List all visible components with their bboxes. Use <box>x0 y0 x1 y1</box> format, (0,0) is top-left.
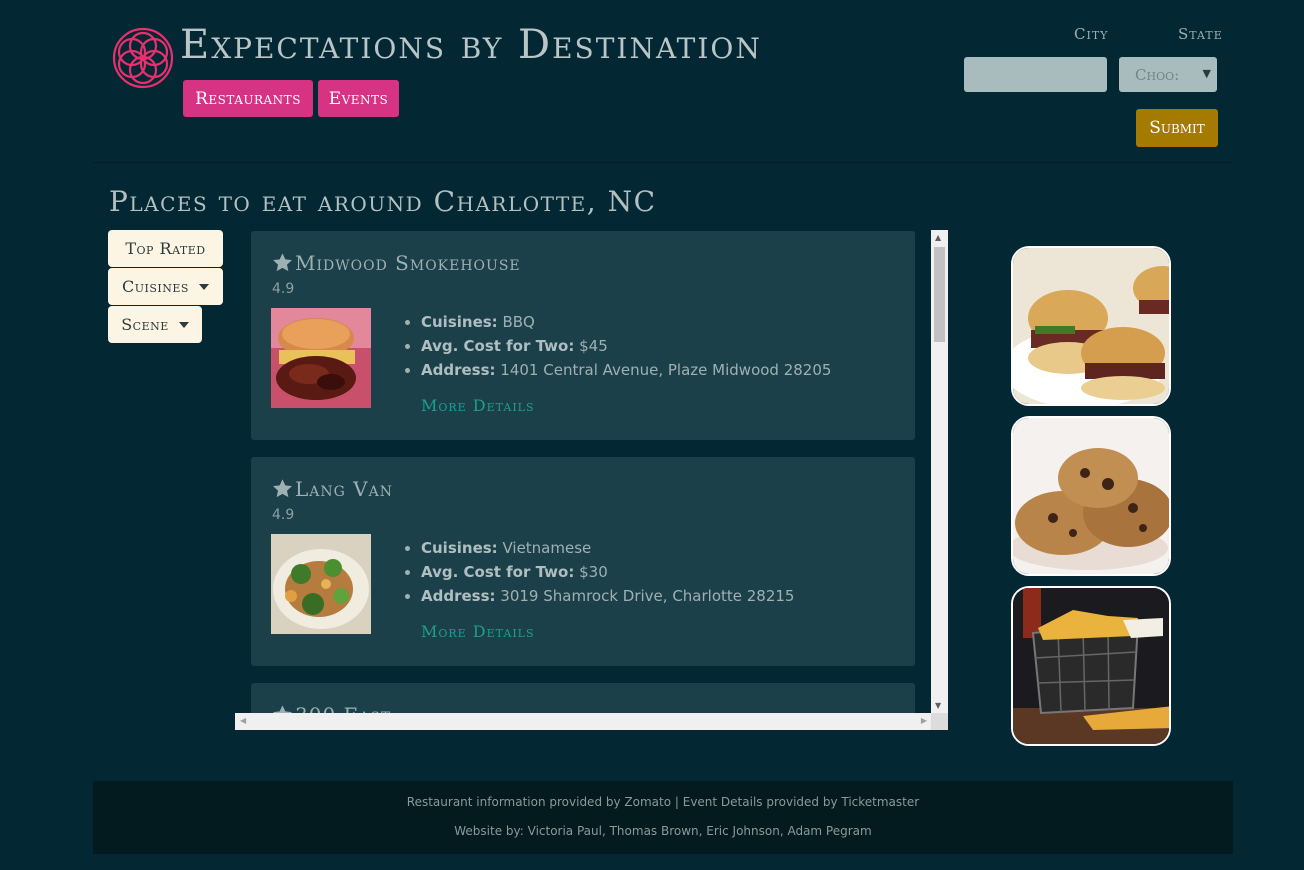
food-image-cookies <box>1011 416 1171 576</box>
food-image-fries <box>1011 586 1171 746</box>
page-title: Places to eat around Charlotte, NC <box>109 185 657 218</box>
restaurant-name-text: Midwood Smokehouse <box>295 251 521 275</box>
scroll-left-icon[interactable]: ◀ <box>240 716 246 725</box>
events-button[interactable]: Events <box>318 80 399 117</box>
restaurant-thumbnail <box>271 308 371 408</box>
cuisines-dropdown-label: Cuisines <box>122 277 189 296</box>
more-details-link[interactable]: More Details <box>421 622 535 641</box>
state-select[interactable]: Choo: ▼ <box>1119 57 1217 92</box>
restaurant-name[interactable]: Midwood Smokehouse <box>271 251 521 275</box>
address-row: Address: 1401 Central Avenue, Plaze Midw… <box>404 358 831 382</box>
restaurant-list[interactable]: Midwood Smokehouse 4.9 Cuisines: BBQ Avg… <box>235 230 948 730</box>
scroll-right-icon[interactable]: ▶ <box>921 716 927 725</box>
cost-row: Avg. Cost for Two: $45 <box>404 334 831 358</box>
restaurant-card: Midwood Smokehouse 4.9 Cuisines: BBQ Avg… <box>251 231 915 440</box>
address-row: Address: 3019 Shamrock Drive, Charlotte … <box>404 584 794 608</box>
scene-dropdown[interactable]: Scene <box>108 306 202 343</box>
star-icon[interactable] <box>271 478 294 500</box>
submit-button[interactable]: Submit <box>1136 109 1218 147</box>
horizontal-scrollbar[interactable]: ◀ ▶ <box>235 713 948 730</box>
caret-down-icon <box>178 321 189 328</box>
caret-down-icon <box>198 283 209 290</box>
restaurant-thumbnail <box>271 534 371 634</box>
scroll-up-icon[interactable]: ▲ <box>935 233 941 242</box>
vertical-scrollbar[interactable]: ▲ ▼ <box>931 230 948 713</box>
restaurant-rating: 4.9 <box>272 281 295 297</box>
footer: Restaurant information provided by Zomat… <box>93 781 1233 854</box>
city-input[interactable] <box>964 57 1107 92</box>
scrollbar-thumb[interactable] <box>934 247 945 342</box>
scrollbar-corner <box>931 713 948 730</box>
state-label: State <box>1178 25 1223 43</box>
cuisines-row: Cuisines: Vietnamese <box>404 536 794 560</box>
top-rated-button[interactable]: Top Rated <box>108 230 223 267</box>
cuisines-row: Cuisines: BBQ <box>404 310 831 334</box>
footer-credits: Restaurant information provided by Zomat… <box>406 795 920 809</box>
star-icon[interactable] <box>271 252 294 274</box>
restaurant-card: Lang Van 4.9 Cuisines: Vietnamese Avg. C… <box>251 457 915 666</box>
chevron-down-icon: ▼ <box>1202 67 1211 80</box>
scroll-down-icon[interactable]: ▼ <box>935 701 941 710</box>
food-image-sandwiches <box>1011 246 1171 406</box>
restaurant-name[interactable]: Lang Van <box>271 477 393 501</box>
city-label: City <box>1074 25 1109 43</box>
header-divider <box>93 162 1233 163</box>
more-details-link[interactable]: More Details <box>421 396 535 415</box>
footer-authors: Website by: Victoria Paul, Thomas Brown,… <box>454 824 872 838</box>
restaurant-rating: 4.9 <box>272 507 295 523</box>
restaurant-details: Cuisines: BBQ Avg. Cost for Two: $45 Add… <box>404 310 831 382</box>
cuisines-dropdown[interactable]: Cuisines <box>108 268 223 305</box>
scene-dropdown-label: Scene <box>121 315 169 334</box>
cost-row: Avg. Cost for Two: $30 <box>404 560 794 584</box>
site-title: Expectations by Destination <box>180 22 762 68</box>
restaurant-name-text: Lang Van <box>295 477 393 501</box>
restaurant-details: Cuisines: Vietnamese Avg. Cost for Two: … <box>404 536 794 608</box>
state-select-value: Choo: <box>1135 65 1180 84</box>
restaurants-button[interactable]: Restaurants <box>183 80 313 117</box>
site-logo <box>112 27 174 89</box>
